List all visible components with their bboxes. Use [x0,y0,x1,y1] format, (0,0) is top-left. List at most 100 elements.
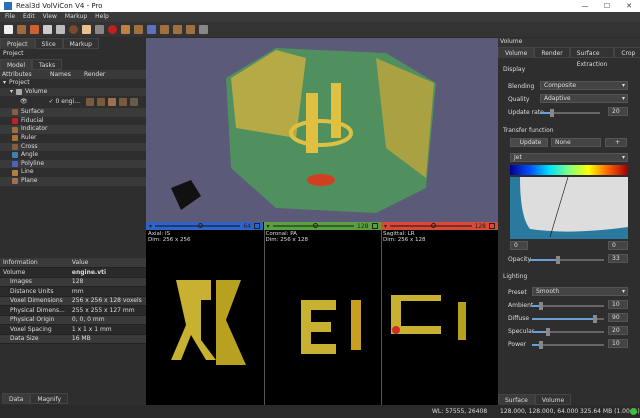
tab-project[interactable]: Project [0,38,35,49]
menu-bar: File Edit View Markup Help [0,12,640,22]
slice-index: 128 [357,222,369,230]
render-icon[interactable] [118,98,127,107]
render-icon[interactable] [107,98,116,107]
tab-crop[interactable]: Crop [614,47,640,58]
lighting-preset-select[interactable]: Smooth ▾ [532,287,628,296]
markup-item[interactable]: Fiducial [0,117,146,126]
power-input[interactable]: 10 [608,339,628,348]
grid-icon[interactable] [95,25,104,34]
minimize-button[interactable]: — [574,0,596,12]
layout-4-icon[interactable] [82,25,91,34]
tab-tasks[interactable]: Tasks [32,59,63,70]
blending-select[interactable]: Composite ▾ [540,81,628,90]
fiducial-icon[interactable] [108,25,117,34]
markup-item[interactable]: Polyline [0,159,146,169]
info-key: Voxel Spacing [0,324,69,335]
tab-magnify[interactable]: Magnify [30,393,69,404]
opacity-input[interactable]: 33 [608,254,628,263]
volume-icon[interactable] [30,25,39,34]
lighting-preset-value: Smooth [536,288,560,295]
slice-slider[interactable] [272,223,355,228]
chevron-down-icon[interactable]: ▾ [149,223,152,230]
menu-markup[interactable]: Markup [65,12,87,22]
maximize-icon[interactable] [489,223,495,229]
markup-item[interactable]: Surface [0,108,146,117]
record-icon[interactable] [69,25,78,34]
specular-input[interactable]: 20 [608,326,628,335]
tab-markup[interactable]: Markup [62,38,99,49]
line-icon[interactable] [160,25,169,34]
tab-volume-bottom[interactable]: Volume [534,394,572,405]
orientation-cube[interactable] [171,180,201,210]
tab-model[interactable]: Model [0,59,33,70]
markup-label: Angle [21,151,39,159]
ruler-icon[interactable] [121,25,130,34]
slice-toolbar: ▾ 64 [146,222,263,230]
markup-item[interactable]: Line [0,168,146,177]
markup-item[interactable]: Ruler [0,134,146,143]
markup-item[interactable]: Angle [0,151,146,160]
diffuse-slider[interactable] [532,315,604,323]
tab-data[interactable]: Data [2,393,31,404]
markup-type-icon [12,143,18,150]
plane-icon[interactable] [173,25,182,34]
maximize-button[interactable]: ☐ [596,0,618,12]
tab-render[interactable]: Render [534,47,570,58]
markup-item[interactable]: Indicator [0,125,146,134]
eye-icon[interactable]: 👁 [20,98,28,107]
tab-surface-extraction[interactable]: Surface Extraction [569,47,615,68]
power-slider[interactable] [532,341,604,349]
info-value: 16 MB [68,334,146,344]
volume-row[interactable]: 👁 ✓ 0 engi... [0,96,146,109]
cross-icon[interactable] [186,25,195,34]
tree-project[interactable]: ▾ Project [0,79,146,88]
render-icon[interactable] [85,98,94,107]
markup-label: Line [21,168,34,176]
open-icon[interactable] [17,25,26,34]
maximize-icon[interactable] [254,223,260,229]
close-button[interactable]: ✕ [618,0,640,12]
range-min-input[interactable]: 0 [510,241,528,250]
slice-slider[interactable] [390,223,472,228]
chevron-down-icon[interactable]: ▾ [267,223,270,230]
info-row: Voxel Spacing 1 x 1 x 1 mm [0,324,146,335]
ambient-slider[interactable] [532,302,604,310]
add-preset-button[interactable]: + [605,138,627,147]
specular-slider[interactable] [532,328,604,336]
slice-icon[interactable] [43,25,52,34]
range-max-input[interactable]: 0 [608,241,628,250]
opacity-slider[interactable] [530,256,604,264]
diffuse-input[interactable]: 90 [608,313,628,322]
maximize-icon[interactable] [371,223,378,229]
polyline-icon[interactable] [147,25,156,34]
tree-volume[interactable]: ▾ Volume [0,87,146,97]
slice-slider[interactable] [155,223,241,228]
markup-item[interactable]: Cross [0,142,146,152]
render-icon[interactable] [96,98,105,107]
chevron-down-icon[interactable]: ▾ [384,223,387,230]
blending-label: Blending [508,83,535,90]
render-icon[interactable] [129,98,138,107]
update-button[interactable]: Update [510,138,548,147]
tab-slice[interactable]: Slice [34,38,63,49]
update-rate-slider[interactable] [540,109,600,117]
quality-select[interactable]: Adaptive ▾ [540,94,628,103]
info-value: 256 x 256 x 128 voxels [68,296,146,306]
angle-icon[interactable] [134,25,143,34]
screenshot-icon[interactable] [199,25,208,34]
markup-item[interactable]: Plane [0,176,146,186]
menu-edit[interactable]: Edit [23,12,35,22]
3d-view[interactable] [146,38,498,222]
layers-icon[interactable] [56,25,65,34]
update-rate-input[interactable]: 20 [608,107,628,116]
menu-view[interactable]: View [43,12,57,22]
tf-preset-select[interactable]: None [551,138,601,147]
ambient-input[interactable]: 10 [608,300,628,309]
menu-file[interactable]: File [5,12,15,22]
menu-help[interactable]: Help [95,12,109,22]
tab-surface[interactable]: Surface [498,394,535,405]
tab-volume[interactable]: Volume [498,47,535,58]
new-file-icon[interactable] [4,25,13,34]
opacity-curve-editor[interactable] [510,177,628,239]
colormap-select[interactable]: Jet ▾ [510,153,628,162]
